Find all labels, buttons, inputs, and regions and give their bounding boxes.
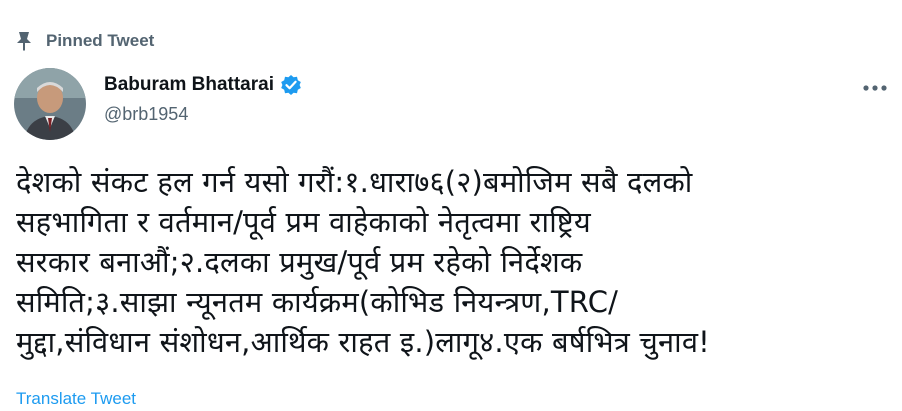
author-info: Baburam Bhattarai @brb1954 xyxy=(104,74,302,125)
pin-icon xyxy=(14,30,34,52)
pinned-label: Pinned Tweet xyxy=(46,31,155,50)
tweet[interactable]: Pinned Tweet Baburam Bhattarai @brb1954 … xyxy=(0,0,902,411)
tweet-text: देशको संकट हल गर्न यसो गरौं:१.धारा७६(२)ब… xyxy=(16,165,710,359)
author-name[interactable]: Baburam Bhattarai xyxy=(104,74,274,96)
avatar[interactable] xyxy=(14,68,86,140)
name-row: Baburam Bhattarai xyxy=(104,74,302,96)
author-handle[interactable]: @brb1954 xyxy=(104,104,302,125)
tweet-header: Baburam Bhattarai @brb1954 xyxy=(14,68,302,140)
pinned-indicator: Pinned Tweet xyxy=(14,30,154,52)
verified-badge-icon xyxy=(280,74,302,96)
more-options-icon[interactable] xyxy=(862,84,888,92)
translate-tweet-link[interactable]: Translate Tweet xyxy=(16,389,136,409)
